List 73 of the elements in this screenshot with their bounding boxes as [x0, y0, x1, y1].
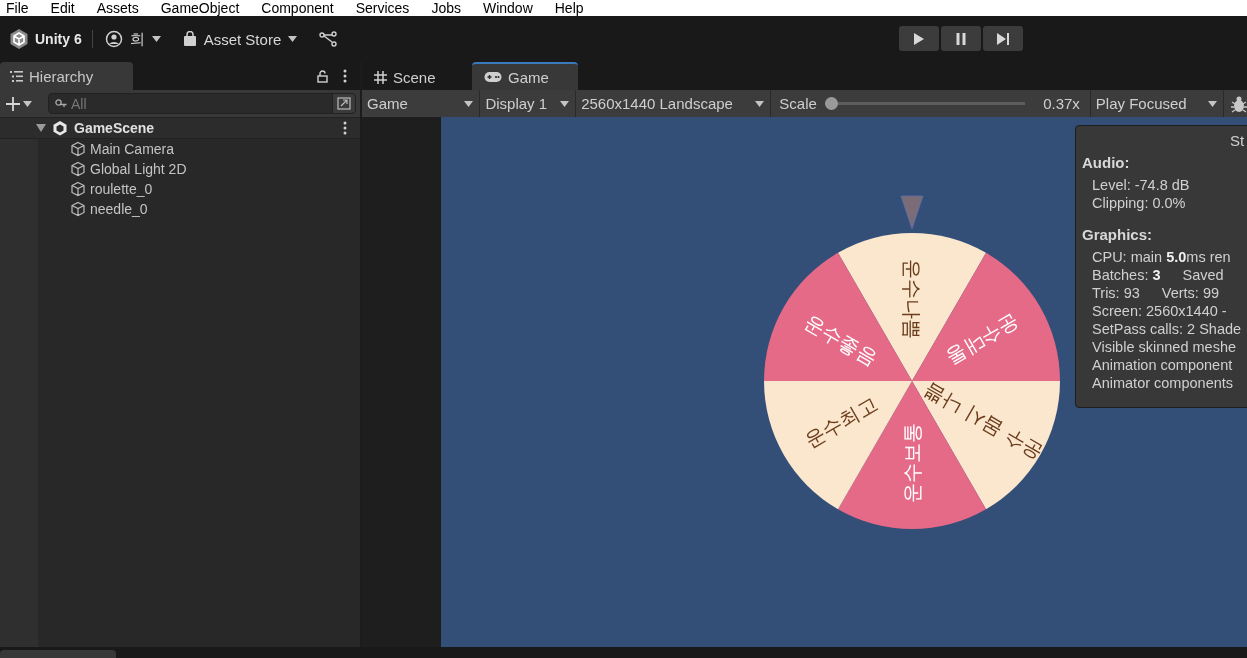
cube-icon: [70, 141, 86, 157]
search-field[interactable]: All: [48, 93, 356, 114]
unity-button[interactable]: Unity 6: [9, 28, 82, 50]
tree-item[interactable]: needle_0: [0, 199, 360, 219]
panel-title: St: [1229, 132, 1246, 149]
caret-icon: [1208, 100, 1217, 107]
caret-icon: [151, 36, 161, 42]
account-button[interactable]: 희: [104, 29, 161, 49]
tree-item[interactable]: Global Light 2D: [0, 159, 360, 179]
more-icon: [343, 121, 347, 135]
needle-pointer: [900, 195, 924, 230]
pause-button[interactable]: [941, 26, 981, 51]
cube-icon: [70, 201, 86, 217]
stat-text: Batches: 3: [1092, 266, 1161, 284]
tree-item[interactable]: Main Camera: [0, 139, 360, 159]
lock-icon: [317, 69, 328, 83]
section-heading: Audio:: [1082, 154, 1131, 171]
menu-item[interactable]: File: [6, 0, 29, 16]
scene-link-icon: [337, 97, 351, 110]
menu-item[interactable]: GameObject: [160, 0, 240, 16]
segment-label: 운수보통: [900, 423, 924, 503]
view-tab[interactable]: Game: [472, 62, 578, 90]
plus-icon: [6, 96, 20, 111]
caret-icon: [464, 100, 474, 107]
menu-item[interactable]: Edit: [50, 0, 75, 16]
menu-item[interactable]: Assets: [96, 0, 139, 16]
tree-item[interactable]: roulette_0: [0, 179, 360, 199]
segment-label: 운수나쁨: [900, 259, 924, 339]
step-button[interactable]: [983, 26, 1023, 51]
scene-search-button[interactable]: [332, 94, 355, 113]
stat-text: Saved: [1182, 266, 1224, 284]
stat-text: Animation component: [1092, 356, 1233, 374]
bug-icon: [1231, 94, 1247, 113]
play-icon: [913, 31, 925, 46]
view-tab[interactable]: Scene: [366, 64, 472, 90]
stat-text: Tris: 93: [1092, 284, 1140, 302]
scale-value: 0.37x: [1043, 95, 1080, 112]
menu-item[interactable]: Jobs: [431, 0, 461, 16]
menu-item[interactable]: Component: [261, 0, 334, 16]
stat-text: Animator components: [1092, 374, 1234, 392]
branch-nodes-icon: [319, 31, 338, 47]
step-icon: [996, 31, 1010, 46]
scale-label: Scale: [779, 95, 817, 112]
search-icon: [55, 98, 67, 109]
version-control-button[interactable]: [319, 31, 338, 47]
section-heading: Graphics:: [1082, 226, 1154, 243]
scene-row[interactable]: GameScene: [0, 118, 360, 139]
caret-icon: [23, 100, 32, 107]
cube-icon: [70, 161, 86, 177]
account-icon: [104, 30, 123, 48]
pause-icon: [955, 31, 967, 46]
stat-text: Screen: 2560x1440 -: [1092, 302, 1227, 320]
stat-text: Visible skinned meshe: [1092, 338, 1236, 356]
play-button[interactable]: [899, 26, 939, 51]
stat-text: Level: -74.8 dB: [1092, 176, 1190, 194]
slider-thumb[interactable]: [824, 97, 838, 110]
list-icon: [10, 70, 23, 82]
caret-icon: [288, 36, 298, 42]
more-icon: [343, 69, 347, 83]
asset-store-button[interactable]: Asset Store: [182, 30, 298, 48]
grid-icon: [374, 70, 387, 84]
hierarchy-tab[interactable]: Hierarchy: [0, 62, 133, 90]
stat-text: Verts: 99: [1161, 284, 1220, 302]
stat-text: SetPass calls: 2 Shade: [1092, 320, 1242, 338]
stat-text: Clipping: 0.0%: [1092, 194, 1186, 212]
gamepad-icon: [484, 71, 502, 83]
menu-item[interactable]: Help: [554, 0, 584, 16]
caret-icon: [755, 100, 765, 107]
stat-text: CPU: main 5.0ms ren: [1092, 248, 1231, 266]
menu-item[interactable]: Window: [482, 0, 533, 16]
menu-item[interactable]: Services: [355, 0, 410, 16]
cube-icon: [70, 181, 86, 197]
caret-icon: [560, 100, 570, 107]
